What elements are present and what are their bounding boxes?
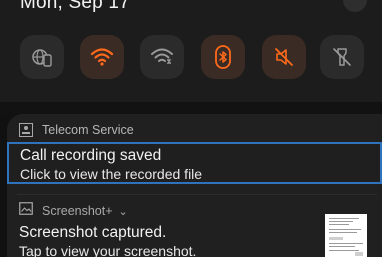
notification-card: Telecom Service Call recording saved Cli… — [7, 114, 382, 257]
call-recording-text: Click to view the recorded file — [20, 166, 203, 182]
telecom-app-header[interactable]: Telecom Service — [19, 122, 134, 138]
wifi-icon — [90, 47, 114, 67]
shade-gap — [0, 102, 382, 114]
telecom-app-name: Telecom Service — [42, 123, 134, 137]
notification-shade: Mon, Sep 17 Telecom Service Call recordi… — [0, 0, 382, 257]
quick-settings-panel: Mon, Sep 17 — [0, 0, 382, 103]
date-label: Mon, Sep 17 — [20, 0, 130, 13]
screenshot-thumbnail[interactable] — [325, 214, 367, 257]
expand-chevron-icon[interactable]: ⌄ — [119, 205, 128, 218]
screenshot-app-icon — [19, 202, 33, 220]
screenshot-app-name: Screenshot+ — [42, 204, 113, 218]
tile-flashlight[interactable] — [320, 35, 364, 79]
world-phone-icon — [31, 46, 53, 68]
call-recording-notification[interactable]: Call recording saved Click to view the r… — [7, 142, 382, 184]
screenshot-app-header[interactable]: Screenshot+ ⌄ — [19, 202, 128, 220]
call-recording-title: Call recording saved — [20, 147, 162, 164]
tile-sound[interactable] — [262, 35, 306, 79]
quick-settings-tiles — [20, 35, 364, 79]
notification-divider — [17, 194, 377, 195]
sound-muted-icon — [273, 46, 295, 68]
tile-bluetooth[interactable] — [201, 35, 245, 79]
settings-shortcut[interactable] — [343, 0, 367, 12]
screenshot-text: Tap to view your screenshot. — [19, 243, 197, 257]
screenshot-title: Screenshot captured. — [19, 224, 167, 241]
tile-wifi[interactable] — [80, 35, 124, 79]
tile-world-phone[interactable] — [20, 35, 64, 79]
flashlight-off-icon — [331, 46, 353, 68]
tile-wifi-calling[interactable] — [140, 35, 184, 79]
rec-icon — [19, 123, 33, 137]
bluetooth-icon — [213, 45, 233, 69]
wifi-calling-icon — [150, 47, 174, 67]
